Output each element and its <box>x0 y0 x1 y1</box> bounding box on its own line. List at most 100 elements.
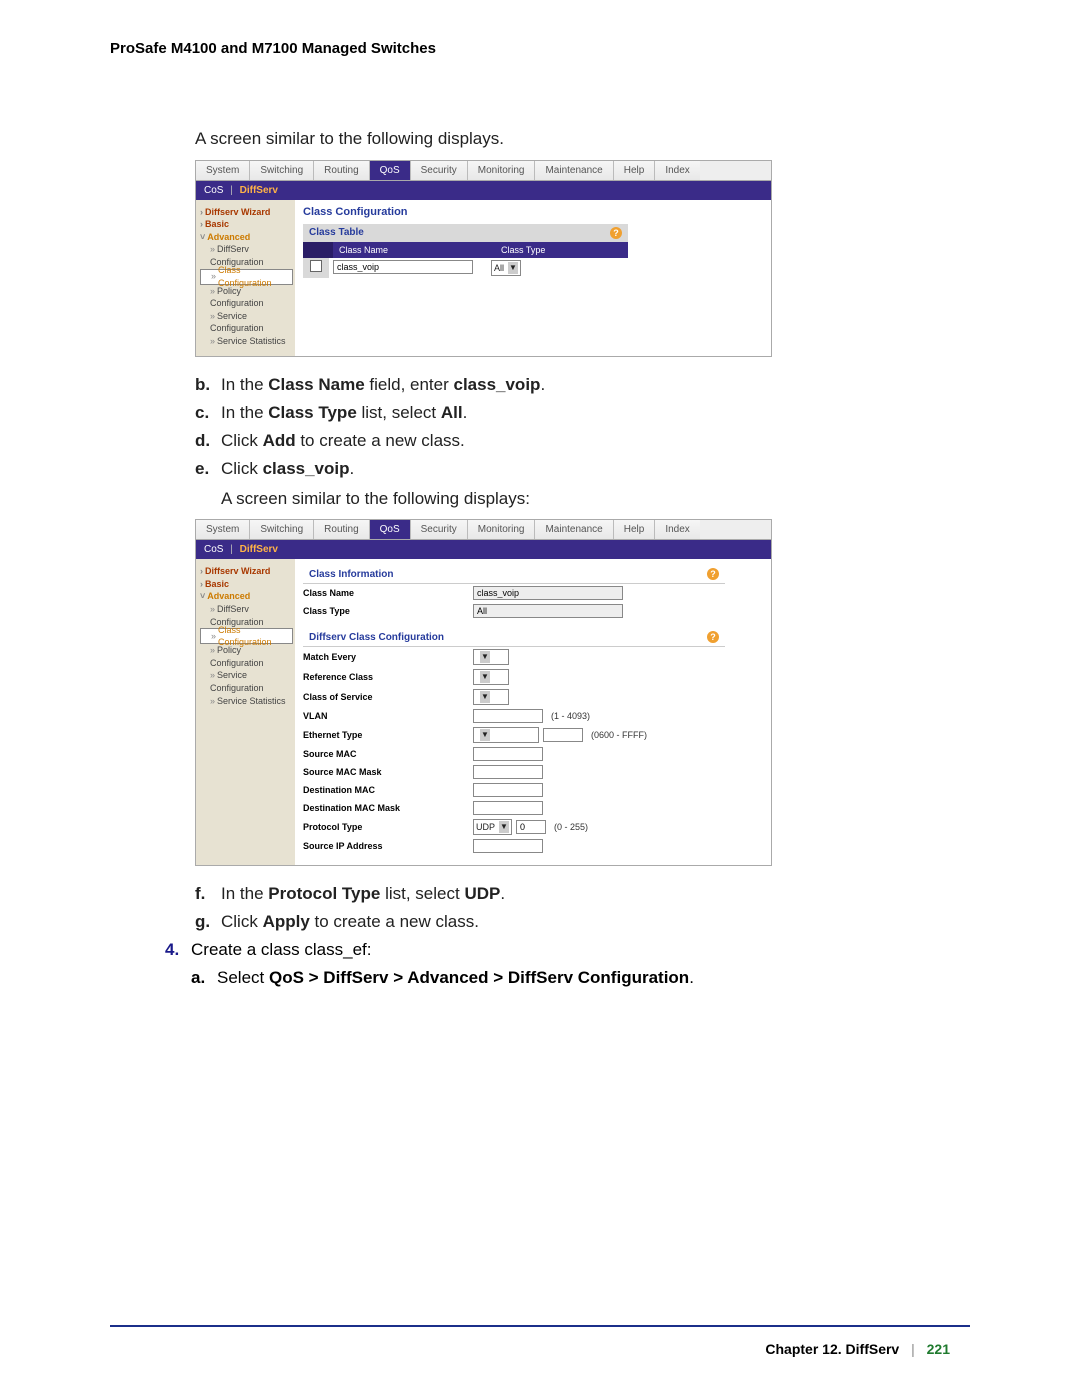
tab-index[interactable]: Index <box>655 161 699 180</box>
tab-switching[interactable]: Switching <box>250 161 314 180</box>
vlan-input[interactable] <box>473 709 543 723</box>
subtab-cos[interactable]: CoS <box>204 185 223 196</box>
tab-monitoring[interactable]: Monitoring <box>468 520 536 539</box>
eth-type-input[interactable] <box>543 728 583 742</box>
footer-rule <box>110 1325 970 1327</box>
nav-advanced[interactable]: ˅Advanced <box>200 590 293 603</box>
help-icon[interactable]: ? <box>707 568 719 580</box>
tab-monitoring[interactable]: Monitoring <box>468 161 536 180</box>
row-checkbox[interactable] <box>303 258 329 278</box>
lbl-cos: Class of Service <box>303 692 473 702</box>
page-footer: Chapter 12. DiffServ | 221 <box>765 1341 950 1357</box>
cos-select[interactable]: ▼ <box>473 689 509 705</box>
tab-qos[interactable]: QoS <box>370 520 411 539</box>
chevron-down-icon: ▼ <box>480 671 490 683</box>
chevron-down-icon: ▼ <box>480 729 490 741</box>
tab-maintenance[interactable]: Maintenance <box>535 161 613 180</box>
tab-system[interactable]: System <box>196 161 250 180</box>
footer-separator: | <box>911 1341 915 1357</box>
chevron-down-icon: ▼ <box>499 821 509 833</box>
nav-wizard[interactable]: ›Diffserv Wizard <box>200 565 293 578</box>
side-nav: ›Diffserv Wizard ›Basic ˅Advanced »DiffS… <box>196 200 295 356</box>
lbl-dst-mac: Destination MAC <box>303 785 473 795</box>
nav-service-conf[interactable]: »Service Configuration <box>200 669 293 694</box>
class-type-select[interactable]: All ▼ <box>491 260 521 276</box>
page: ProSafe M4100 and M7100 Managed Switches… <box>0 0 1080 1397</box>
grid-row: All ▼ <box>303 258 628 278</box>
col-class-name: Class Name <box>333 242 495 258</box>
step-4a: a. Select QoS > DiffServ > Advanced > Di… <box>191 968 694 988</box>
help-icon[interactable]: ? <box>610 227 622 239</box>
match-every-select[interactable]: ▼ <box>473 649 509 665</box>
nav-service-stats[interactable]: »Service Statistics <box>200 695 293 708</box>
doc-title: ProSafe M4100 and M7100 Managed Switches <box>110 40 970 57</box>
chevron-down-icon: ▼ <box>480 651 490 663</box>
footer-page-number: 221 <box>927 1341 950 1357</box>
sub-tabs: CoS | DiffServ <box>196 181 771 200</box>
proto-type-select[interactable]: UDP ▼ <box>473 819 512 835</box>
tab-qos[interactable]: QoS <box>370 161 411 180</box>
tab-security[interactable]: Security <box>411 161 468 180</box>
panel-title-info: Class Information <box>309 569 393 580</box>
tab-help[interactable]: Help <box>614 520 656 539</box>
class-name-input[interactable] <box>333 260 473 274</box>
lbl-proto-type: Protocol Type <box>303 822 473 832</box>
nav-advanced[interactable]: ˅Advanced <box>200 231 293 244</box>
step-g: g. Click Apply to create a new class. <box>195 912 970 932</box>
tab-maintenance[interactable]: Maintenance <box>535 520 613 539</box>
chevron-down-icon: ▼ <box>480 691 490 703</box>
step-4-text: Create a class class_ef: <box>191 940 371 959</box>
dst-mac-mask-input[interactable] <box>473 801 543 815</box>
col-class-type: Class Type <box>495 242 628 258</box>
step-e: e. Click class_voip. <box>195 459 970 479</box>
src-mac-input[interactable] <box>473 747 543 761</box>
nav-class-conf[interactable]: »Class Configuration <box>200 628 293 644</box>
eth-type-select[interactable]: ▼ <box>473 727 539 743</box>
steps-f-g: f. In the Protocol Type list, select UDP… <box>195 884 970 932</box>
hint-proto: (0 - 255) <box>554 822 588 832</box>
hint-vlan: (1 - 4093) <box>551 711 590 721</box>
tab-help[interactable]: Help <box>614 161 656 180</box>
subtab-diffserv[interactable]: DiffServ <box>240 185 278 196</box>
chevron-down-icon: ▼ <box>508 262 518 274</box>
tab-security[interactable]: Security <box>411 520 468 539</box>
subtab-cos[interactable]: CoS <box>204 544 223 555</box>
lbl-src-mac-mask: Source MAC Mask <box>303 767 473 777</box>
tab-switching[interactable]: Switching <box>250 520 314 539</box>
subtab-diffserv[interactable]: DiffServ <box>240 544 278 555</box>
step-d: d. Click Add to create a new class. <box>195 431 970 451</box>
panel-title: Class Table <box>309 227 364 238</box>
nav-service-stats[interactable]: »Service Statistics <box>200 335 293 348</box>
tab-routing[interactable]: Routing <box>314 161 369 180</box>
content-title: Class Configuration <box>303 206 765 218</box>
select-value: All <box>494 263 504 273</box>
tab-system[interactable]: System <box>196 520 250 539</box>
step-4: 4. Create a class class_ef: a. Select Qo… <box>165 940 970 996</box>
panel-title-diffserv: Diffserv Class Configuration <box>309 632 444 643</box>
lbl-match-every: Match Every <box>303 652 473 662</box>
lbl-eth-type: Ethernet Type <box>303 730 473 740</box>
checkbox-header <box>303 242 333 258</box>
help-icon[interactable]: ? <box>707 631 719 643</box>
lbl-src-mac: Source MAC <box>303 749 473 759</box>
nav-class-conf[interactable]: »Class Configuration <box>200 269 293 285</box>
proto-num-input[interactable] <box>516 820 546 834</box>
tab-routing[interactable]: Routing <box>314 520 369 539</box>
content-area: Class Configuration Class Table ? Class … <box>295 200 771 356</box>
intro-text-2: A screen similar to the following displa… <box>221 487 970 512</box>
nav-service-conf[interactable]: »Service Configuration <box>200 310 293 335</box>
ref-class-select[interactable]: ▼ <box>473 669 509 685</box>
lbl-class-type: Class Type <box>303 606 473 616</box>
src-mac-mask-input[interactable] <box>473 765 543 779</box>
screenshot-class-info: System Switching Routing QoS Security Mo… <box>195 519 772 866</box>
nav-wizard[interactable]: ›Diffserv Wizard <box>200 206 293 219</box>
class-name-readonly <box>473 586 623 600</box>
nav-basic[interactable]: ›Basic <box>200 218 293 231</box>
dst-mac-input[interactable] <box>473 783 543 797</box>
lbl-class-name: Class Name <box>303 588 473 598</box>
class-type-readonly <box>473 604 623 618</box>
hint-eth: (0600 - FFFF) <box>591 730 647 740</box>
nav-basic[interactable]: ›Basic <box>200 578 293 591</box>
tab-index[interactable]: Index <box>655 520 699 539</box>
src-ip-input[interactable] <box>473 839 543 853</box>
